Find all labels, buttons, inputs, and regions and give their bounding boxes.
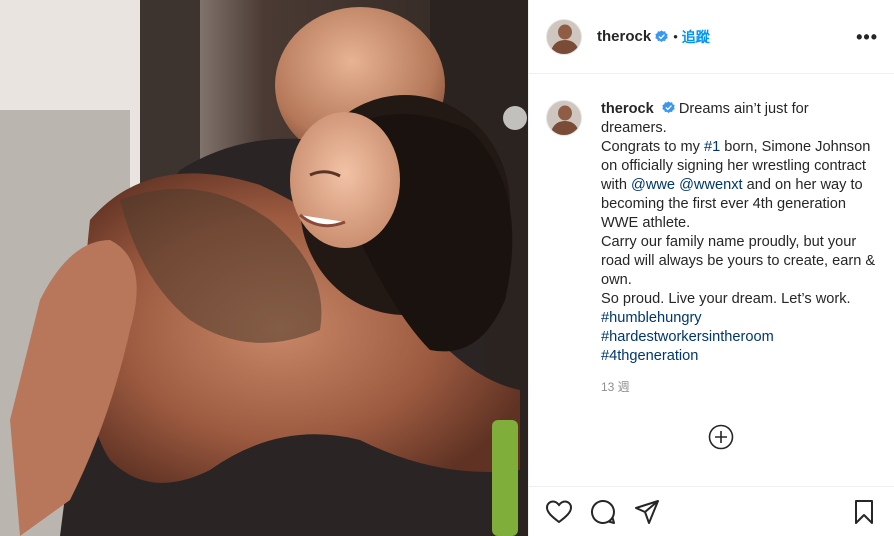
more-options-icon[interactable]: ••• <box>856 28 878 46</box>
comments-section: therock Dreams ain’t just for dreamers. … <box>529 74 894 486</box>
hashtag-link[interactable]: #hardestworkersintheroom <box>601 328 878 347</box>
hashtag-link[interactable]: #humblehungry <box>601 309 878 328</box>
photo-image <box>0 0 528 536</box>
avatar-image <box>547 19 581 54</box>
post-header: therock • 追蹤 ••• <box>529 0 894 74</box>
bookmark-icon[interactable] <box>850 498 878 526</box>
mention-wwenxt-link[interactable]: @wwenxt <box>679 177 742 193</box>
verified-badge-icon <box>662 101 675 114</box>
hashtag-link[interactable]: #1 <box>704 139 720 155</box>
avatar[interactable] <box>546 18 582 55</box>
caption-para3: Carry our family name proudly, but your … <box>601 234 876 288</box>
caption-row: therock Dreams ain’t just for dreamers. … <box>546 100 878 397</box>
caption-avatar-image <box>547 101 581 135</box>
mention-wwe-link[interactable]: @wwe <box>631 177 675 193</box>
instagram-post: therock • 追蹤 ••• therock Dreams ain’t ju… <box>0 0 894 536</box>
post-timestamp[interactable]: 13 週 <box>601 378 878 397</box>
caption-avatar[interactable] <box>546 100 582 136</box>
paper-plane-icon[interactable] <box>633 498 661 526</box>
comment-icon[interactable] <box>589 498 617 526</box>
username[interactable]: therock <box>597 28 651 45</box>
caption-text: therock Dreams ain’t just for dreamers. … <box>601 100 878 397</box>
plus-circle-icon[interactable] <box>708 424 734 450</box>
caption-para2-a: Congrats to my <box>601 139 705 155</box>
verified-badge-icon <box>655 30 668 43</box>
action-bar <box>529 486 894 536</box>
post-photo[interactable] <box>0 0 528 536</box>
hashtag-link[interactable]: #4thgeneration <box>601 347 878 366</box>
post-side-panel: therock • 追蹤 ••• therock Dreams ain’t ju… <box>528 0 894 536</box>
caption-para4: So proud. Live your dream. Let’s work. <box>601 291 851 307</box>
caption-username[interactable]: therock <box>601 101 654 117</box>
follow-button[interactable]: 追蹤 <box>682 27 710 47</box>
heart-icon[interactable] <box>545 498 573 526</box>
separator-dot: • <box>673 29 678 44</box>
